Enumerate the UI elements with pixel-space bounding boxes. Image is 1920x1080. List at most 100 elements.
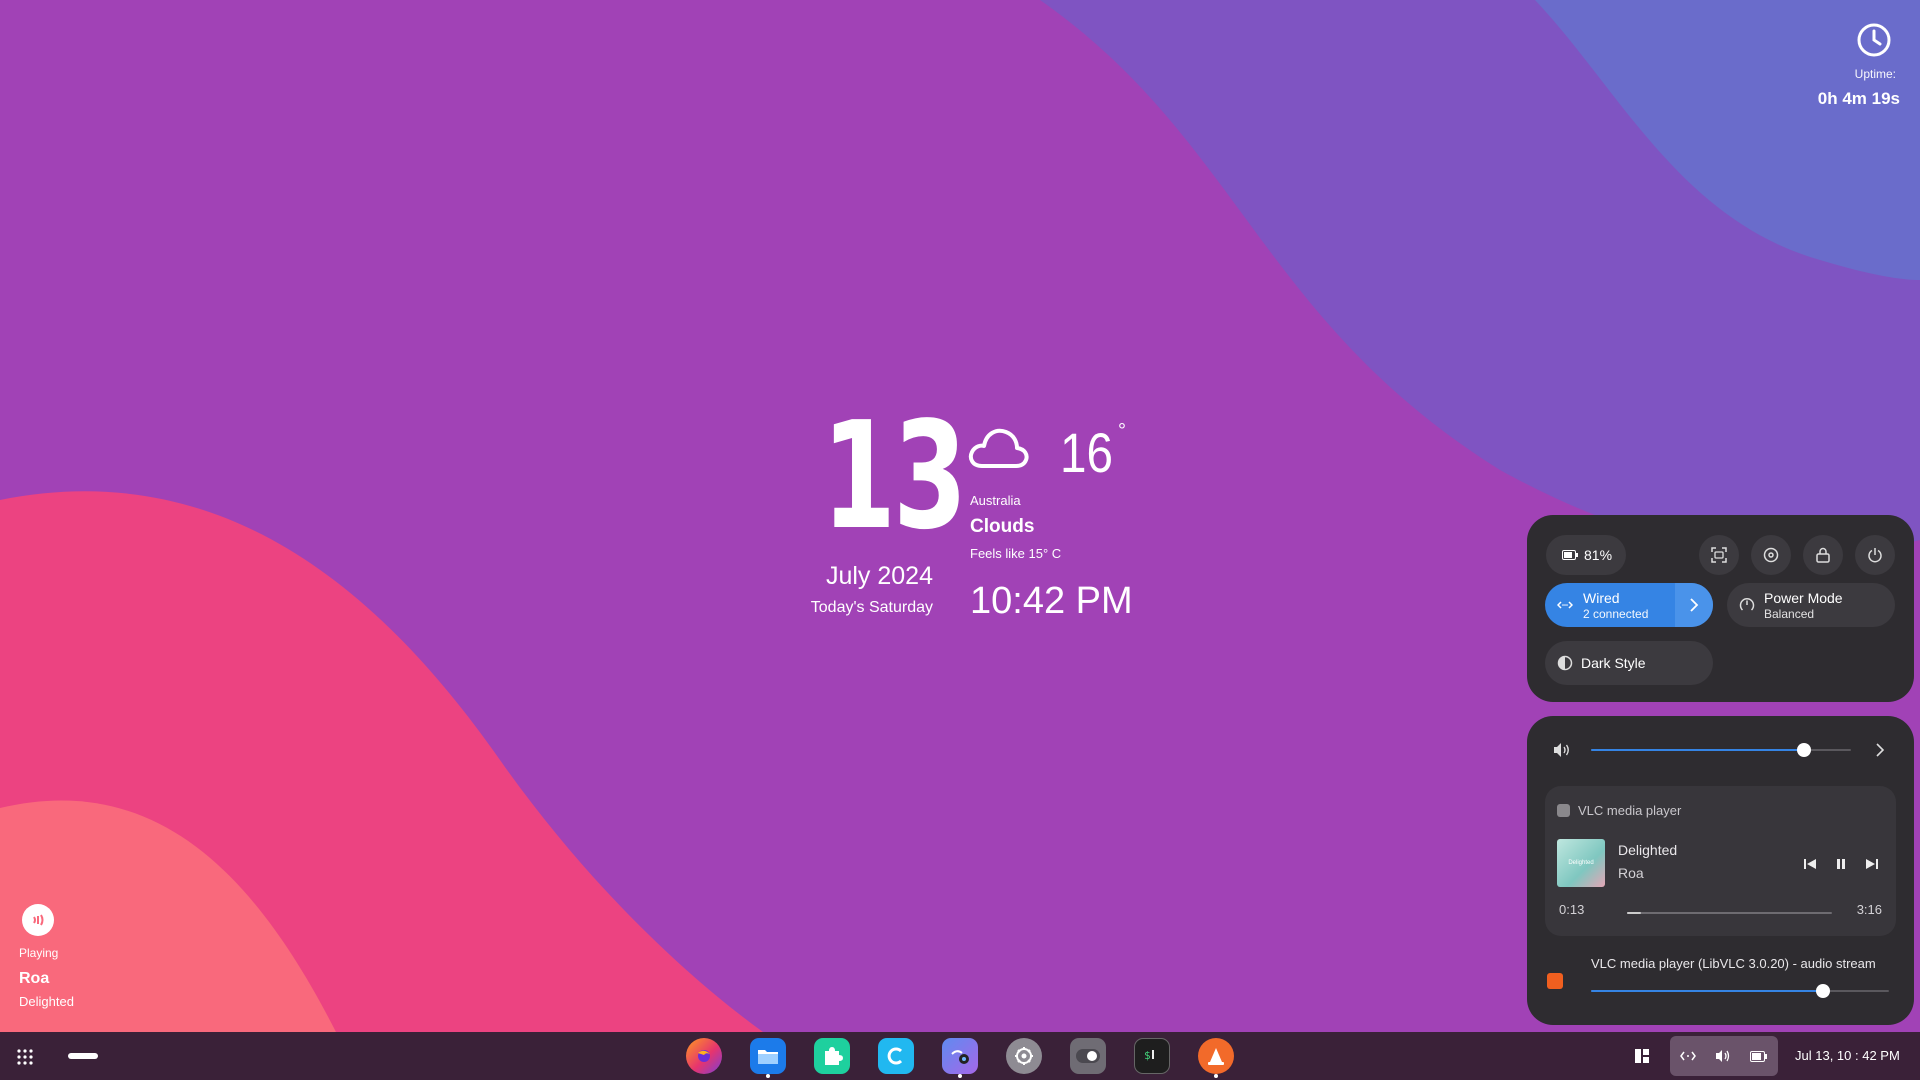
settings-button[interactable] — [1751, 535, 1791, 575]
network-wired-icon — [1557, 601, 1573, 609]
screenshot-icon — [1711, 547, 1727, 563]
progress-fill — [1627, 912, 1642, 914]
wired-expand-button[interactable] — [1675, 583, 1713, 627]
temperature: 16 — [1060, 421, 1113, 484]
battery-button[interactable]: 81% — [1546, 535, 1626, 575]
network-wired-icon — [1679, 1051, 1696, 1061]
activities-indicator[interactable] — [68, 1053, 98, 1059]
vlc-app[interactable] — [1198, 1038, 1234, 1078]
dark-style-label: Dark Style — [1581, 655, 1646, 671]
uptime-value: 0h 4m 19s — [1817, 89, 1900, 108]
vlc-app-icon — [1557, 804, 1570, 817]
battery-icon — [1562, 550, 1578, 560]
wired-toggle[interactable]: Wired 2 connected — [1545, 583, 1713, 627]
next-track-button[interactable] — [1863, 855, 1881, 873]
firefox-icon — [698, 1050, 710, 1062]
taskbar: $ Jul 13, 10 : 42 PM — [0, 1032, 1920, 1080]
firefox-app[interactable] — [686, 1038, 722, 1074]
power-mode-toggle[interactable]: Power Mode Balanced — [1727, 583, 1895, 627]
uptime-label: Uptime: — [1854, 67, 1896, 81]
date-day: 13 — [821, 390, 967, 562]
date-weekday: Today's Saturday — [810, 599, 933, 616]
volume-icon — [1554, 743, 1569, 757]
power-mode-label: Power Mode — [1764, 589, 1843, 606]
weather-feels-like: Feels like 15° C — [970, 546, 1062, 561]
lock-button[interactable] — [1803, 535, 1843, 575]
system-tray[interactable] — [1670, 1036, 1778, 1076]
pause-button[interactable] — [1832, 855, 1850, 873]
app-grid-icon[interactable] — [17, 1049, 33, 1065]
media-app-name: VLC media player — [1557, 803, 1681, 818]
progress-track — [1627, 912, 1832, 914]
settings-icon — [1763, 547, 1779, 563]
svg-text:$: $ — [1144, 1049, 1151, 1062]
stream-label: VLC media player (LibVLC 3.0.20) - audio… — [1591, 956, 1876, 971]
stream-slider-fill — [1591, 990, 1824, 992]
audio-panel: VLC media player Delighted Delighted Roa… — [1527, 716, 1914, 1025]
stream-slider-knob[interactable] — [1816, 984, 1831, 998]
volume-slider-knob[interactable] — [1797, 743, 1812, 757]
running-indicator — [766, 1074, 770, 1078]
chevron-right-icon[interactable] — [1875, 743, 1885, 757]
weather-location: Australia — [970, 493, 1021, 508]
window-layout-icon[interactable] — [1634, 1048, 1650, 1064]
toggle-app[interactable] — [1070, 1038, 1106, 1074]
running-indicator — [1214, 1074, 1218, 1078]
taskbar-clock[interactable]: Jul 13, 10 : 42 PM — [1795, 1048, 1900, 1063]
track-title: Delighted — [1618, 842, 1678, 858]
current-time: 10:42 PM — [970, 580, 1133, 622]
pause-icon — [1837, 859, 1845, 869]
dark-style-icon — [1557, 655, 1573, 671]
uptime-widget: Uptime: 0h 4m 19s — [1780, 22, 1900, 109]
date-month-year: July 2024 — [825, 562, 933, 590]
stream-volume-slider[interactable] — [1591, 983, 1889, 999]
settings-app[interactable] — [1006, 1038, 1042, 1074]
now-playing-artist: Roa — [19, 970, 50, 987]
code-editor-icon — [887, 1047, 903, 1065]
lock-icon — [1816, 547, 1830, 563]
screenshot-button[interactable] — [1699, 535, 1739, 575]
folder-icon — [758, 1050, 778, 1064]
power-off-button[interactable] — [1855, 535, 1895, 575]
track-artist: Roa — [1618, 865, 1644, 881]
now-playing-widget: Playing Roa Delighted — [19, 904, 74, 1009]
media-player-card: VLC media player Delighted Delighted Roa… — [1545, 786, 1896, 936]
camera-icon — [951, 1050, 969, 1064]
now-playing-song: Delighted — [19, 994, 74, 1009]
power-mode-icon — [1739, 598, 1755, 611]
previous-track-button[interactable] — [1801, 855, 1819, 873]
terminal-icon: $ — [1144, 1049, 1154, 1062]
extensions-app[interactable] — [814, 1038, 850, 1074]
image-viewer-app[interactable] — [942, 1038, 978, 1078]
vlc-cone-icon — [1208, 1048, 1224, 1065]
audio-wave-icon — [22, 904, 54, 936]
skip-previous-icon — [1804, 859, 1816, 869]
album-cover-text: Delighted — [1568, 860, 1594, 866]
running-indicator — [958, 1074, 962, 1078]
skip-next-icon — [1866, 859, 1878, 869]
battery-icon — [1750, 1050, 1768, 1062]
volume-slider[interactable] — [1591, 742, 1851, 758]
files-app[interactable] — [750, 1038, 786, 1078]
volume-icon — [1715, 1050, 1730, 1062]
power-mode-sub: Balanced — [1764, 606, 1815, 621]
media-app-label: VLC media player — [1578, 803, 1682, 818]
dark-style-toggle[interactable]: Dark Style — [1545, 641, 1713, 685]
terminal-app[interactable]: $ — [1134, 1038, 1170, 1074]
power-icon — [1868, 548, 1882, 563]
now-playing-status: Playing — [19, 946, 59, 960]
gear-icon — [1015, 1047, 1033, 1065]
track-progress-bar[interactable] — [1627, 912, 1832, 915]
clock-icon — [1857, 23, 1891, 57]
quick-settings-panel: 81% Wired 2 connected Power Mode Balance… — [1527, 515, 1914, 702]
degree-symbol: ° — [1118, 420, 1126, 442]
track-time-total: 3:16 — [1856, 902, 1882, 917]
chevron-right-icon — [1690, 598, 1699, 612]
album-cover: Delighted — [1557, 839, 1605, 887]
weather-condition: Clouds — [970, 516, 1035, 537]
vlc-stream-icon — [1547, 973, 1563, 989]
wired-label: Wired — [1583, 589, 1620, 606]
code-editor-app[interactable] — [878, 1038, 914, 1074]
toggle-icon — [1076, 1049, 1100, 1063]
battery-percent: 81% — [1584, 547, 1613, 563]
